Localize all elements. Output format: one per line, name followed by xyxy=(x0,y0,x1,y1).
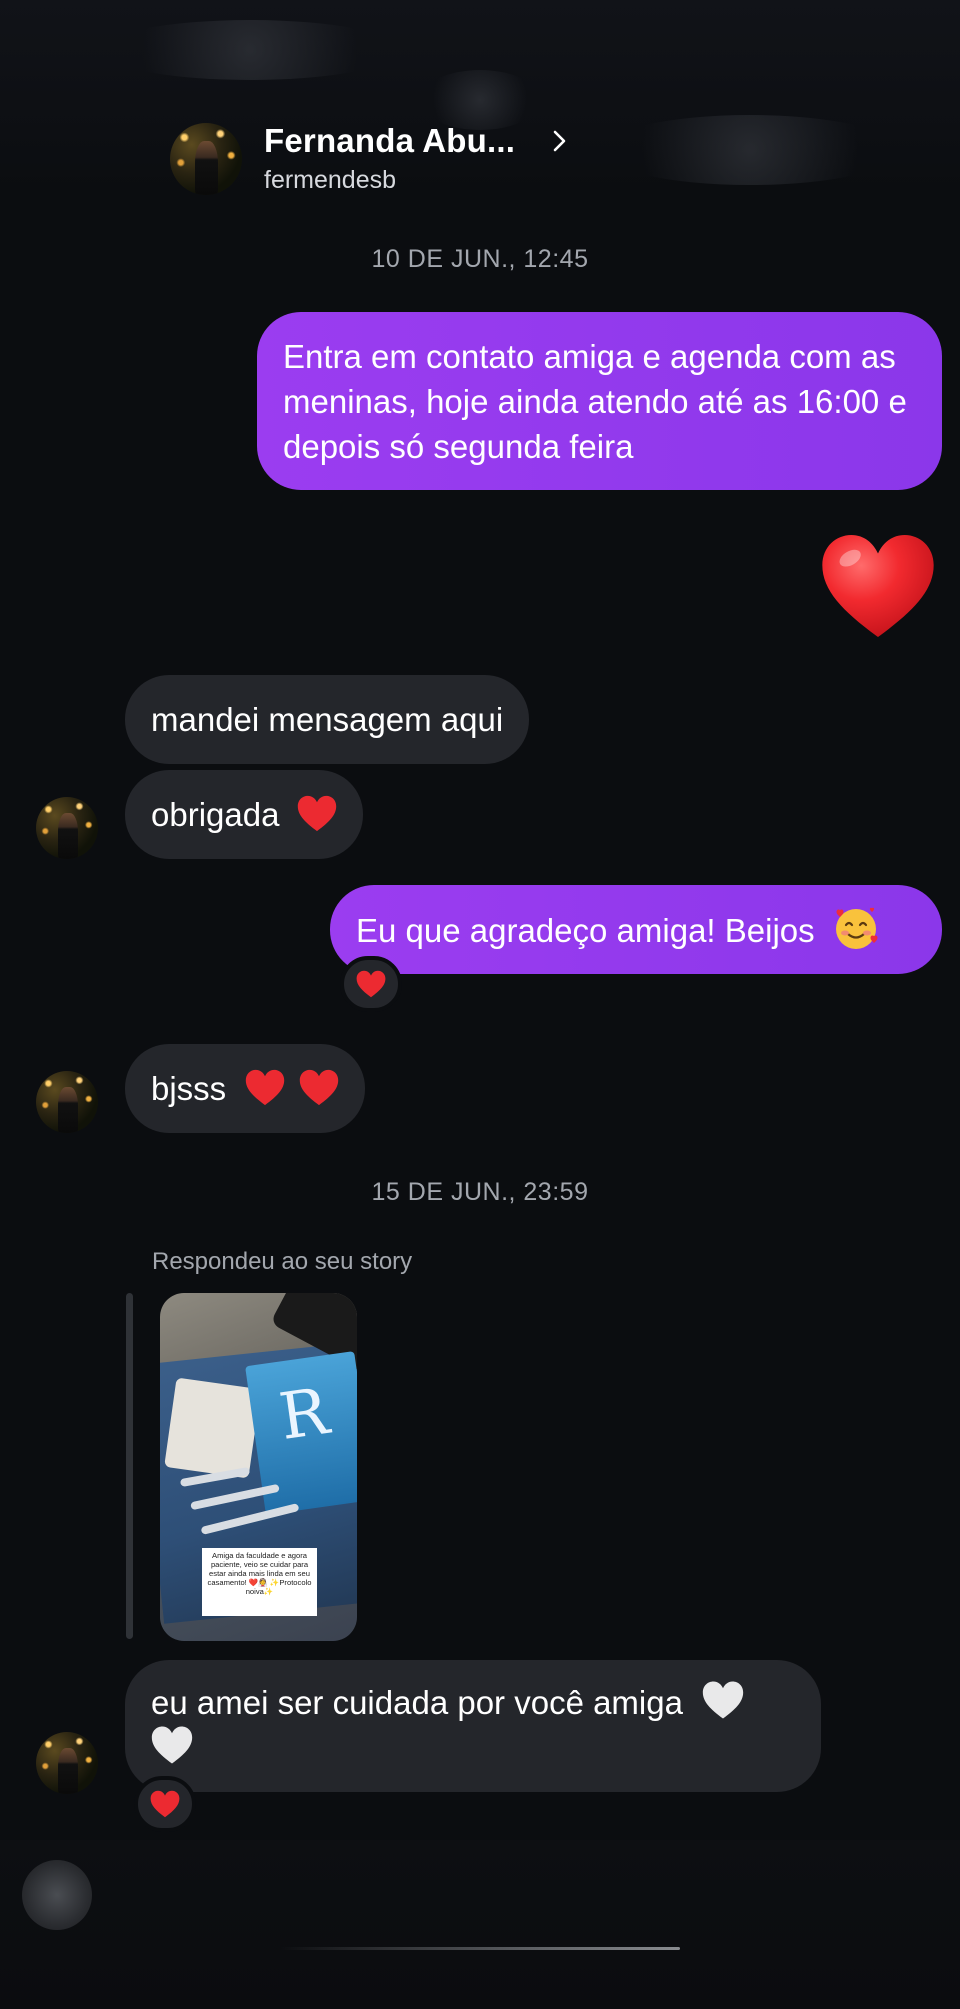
heart-icon xyxy=(356,970,386,998)
heart-icon xyxy=(299,1069,338,1106)
outgoing-message[interactable]: Eu que agradeço amiga! Beijos xyxy=(330,885,942,974)
heart-icon[interactable] xyxy=(820,530,936,642)
contact-avatar[interactable] xyxy=(170,123,242,195)
outgoing-message[interactable]: Entra em contato amiga e agenda com as m… xyxy=(257,312,942,490)
date-separator: 15 DE JUN., 23:59 xyxy=(371,1178,589,1206)
date-separator: 10 DE JUN., 12:45 xyxy=(371,245,589,273)
message-text: obrigada xyxy=(151,796,280,833)
heart-icon xyxy=(150,1790,180,1818)
message-text: Entra em contato amiga e agenda com as m… xyxy=(283,338,907,465)
contact-avatar-small[interactable] xyxy=(36,1732,98,1794)
story-reply-label: Respondeu ao seu story xyxy=(152,1248,413,1275)
white-heart-icon xyxy=(151,1726,193,1764)
incoming-message[interactable]: eu amei ser cuidada por você amiga xyxy=(125,1660,821,1792)
white-heart-icon xyxy=(702,1681,744,1719)
message-text: bjsss xyxy=(151,1070,227,1107)
incoming-message[interactable]: obrigada xyxy=(125,770,363,859)
incoming-message[interactable]: bjsss xyxy=(125,1044,365,1133)
incoming-message[interactable]: mandei mensagem aqui xyxy=(125,675,530,764)
reaction-badge[interactable] xyxy=(340,956,402,1012)
story-caption-card: Amiga da faculdade e agora paciente, vei… xyxy=(202,1548,317,1616)
message-text: eu amei ser cuidada por você amiga xyxy=(151,1684,683,1721)
story-box-logo: R xyxy=(275,1375,334,1455)
reaction-badge[interactable] xyxy=(134,1776,196,1832)
contact-handle[interactable]: fermendesb xyxy=(264,166,396,195)
header-background xyxy=(0,0,960,190)
heart-icon xyxy=(246,1069,285,1106)
contact-name[interactable]: Fernanda Abu... xyxy=(264,122,515,160)
story-thumbnail[interactable]: R Amiga da faculdade e agora paciente, v… xyxy=(160,1293,357,1641)
heart-icon xyxy=(297,795,336,832)
chevron-right-icon[interactable] xyxy=(548,129,572,153)
smiling-face-with-hearts-icon xyxy=(835,907,878,949)
message-text: Eu que agradeço amiga! Beijos xyxy=(356,912,815,949)
composer-bar xyxy=(0,1840,960,2009)
camera-button[interactable] xyxy=(22,1860,92,1930)
contact-avatar-small[interactable] xyxy=(36,1071,98,1133)
story-reply-bar xyxy=(126,1293,133,1639)
contact-avatar-small[interactable] xyxy=(36,797,98,859)
home-indicator xyxy=(280,1947,680,1950)
message-text: mandei mensagem aqui xyxy=(151,701,504,738)
